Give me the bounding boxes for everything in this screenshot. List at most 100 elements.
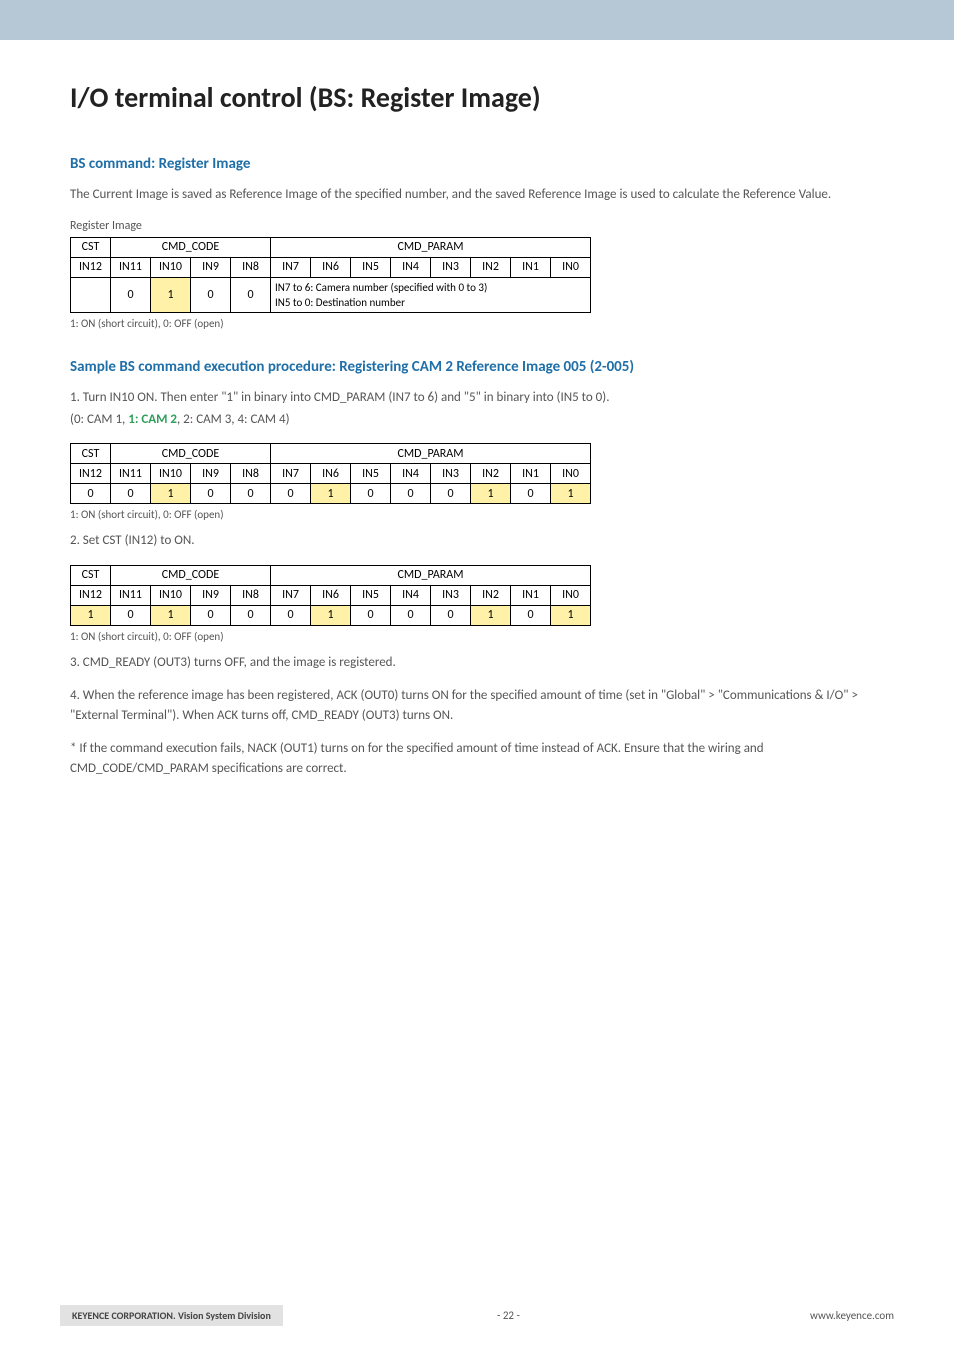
hdr-cmdparam: CMD_PARAM (271, 237, 591, 257)
hdr-in9: IN9 (191, 464, 231, 484)
hdr-in8: IN8 (231, 257, 271, 277)
step1-post: , 2: CAM 3, 4: CAM 4) (177, 412, 290, 427)
section-bs-command: BS command: Register Image The Current I… (70, 155, 884, 330)
hdr-in3: IN3 (431, 464, 471, 484)
cell-in11: 0 (111, 277, 151, 313)
hdr-cst: CST (71, 565, 111, 585)
step1-line1: 1. Turn IN10 ON. Then enter "1" in binar… (70, 388, 884, 408)
table-note: 1: ON (short circuit), 0: OFF (open) (70, 317, 884, 330)
hdr-cmdcode: CMD_CODE (111, 237, 271, 257)
section-heading-2: Sample BS command execution procedure: R… (70, 358, 884, 376)
hdr-in1: IN1 (511, 464, 551, 484)
hdr-in5: IN5 (351, 464, 391, 484)
cell-in10: 1 (151, 605, 191, 625)
page-footer: KEYENCE CORPORATION. Vision System Divis… (0, 1305, 954, 1326)
table-caption: Register Image (70, 219, 884, 233)
hdr-in4: IN4 (391, 464, 431, 484)
hdr-in0: IN0 (551, 585, 591, 605)
hdr-in6: IN6 (311, 257, 351, 277)
hdr-in8: IN8 (231, 464, 271, 484)
hdr-cst: CST (71, 444, 111, 464)
cell-in12: 1 (71, 605, 111, 625)
cell-in10: 1 (151, 277, 191, 313)
hdr-in0: IN0 (551, 257, 591, 277)
page-content: I/O terminal control (BS: Register Image… (0, 40, 954, 778)
param-desc-line2: IN5 to 0: Destination number (275, 296, 405, 309)
hdr-in12: IN12 (71, 464, 111, 484)
hdr-in11: IN11 (111, 257, 151, 277)
step1-table: CSTCMD_CODECMD_PARAMIN12IN11IN10IN9IN8IN… (70, 443, 591, 504)
cell-in0: 1 (551, 484, 591, 504)
hdr-in7: IN7 (271, 257, 311, 277)
cell-in3: 0 (431, 484, 471, 504)
hdr-in2: IN2 (471, 585, 511, 605)
hdr-in6: IN6 (311, 464, 351, 484)
cell-in4: 0 (391, 605, 431, 625)
cell-in1: 0 (511, 605, 551, 625)
cell-in2: 1 (471, 484, 511, 504)
page-title: I/O terminal control (BS: Register Image… (70, 80, 884, 115)
table2-note: 1: ON (short circuit), 0: OFF (open) (70, 508, 884, 521)
step3-text: 3. CMD_READY (OUT3) turns OFF, and the i… (70, 653, 884, 673)
cell-in11: 0 (111, 484, 151, 504)
footer-company: KEYENCE CORPORATION. Vision System Divis… (60, 1305, 283, 1326)
hdr-cmdparam: CMD_PARAM (271, 444, 591, 464)
hdr-in3: IN3 (431, 585, 471, 605)
hdr-in4: IN4 (391, 585, 431, 605)
hdr-in2: IN2 (471, 464, 511, 484)
hdr-in0: IN0 (551, 464, 591, 484)
cell-in0: 1 (551, 605, 591, 625)
cell-in10: 1 (151, 484, 191, 504)
step1-pre: (0: CAM 1, (70, 412, 128, 427)
hdr-in3: IN3 (431, 257, 471, 277)
step2-table: CSTCMD_CODECMD_PARAMIN12IN11IN10IN9IN8IN… (70, 565, 591, 626)
hdr-in2: IN2 (471, 257, 511, 277)
step2-text: 2. Set CST (IN12) to ON. (70, 531, 884, 551)
cell-in1: 0 (511, 484, 551, 504)
hdr-cmdcode: CMD_CODE (111, 444, 271, 464)
hdr-in9: IN9 (191, 257, 231, 277)
cell-in8: 0 (231, 277, 271, 313)
step4-text: 4. When the reference image has been reg… (70, 686, 884, 725)
cell-in12: 0 (71, 484, 111, 504)
hdr-in4: IN4 (391, 257, 431, 277)
cell-in6: 1 (311, 605, 351, 625)
hdr-in1: IN1 (511, 585, 551, 605)
hdr-cst: CST (71, 237, 111, 257)
hdr-in7: IN7 (271, 464, 311, 484)
section-description: The Current Image is saved as Reference … (70, 185, 884, 205)
cell-in7: 0 (271, 484, 311, 504)
fail-note: * If the command execution fails, NACK (… (70, 739, 884, 778)
step1-hl: 1: CAM 2 (128, 412, 177, 427)
hdr-in11: IN11 (111, 585, 151, 605)
register-image-table: CST CMD_CODE CMD_PARAM IN12 IN11 IN10 IN… (70, 237, 591, 314)
header-bar (0, 0, 954, 40)
cell-in9: 0 (191, 484, 231, 504)
section-sample-procedure: Sample BS command execution procedure: R… (70, 358, 884, 778)
step1-line2: (0: CAM 1, 1: CAM 2, 2: CAM 3, 4: CAM 4) (70, 410, 884, 430)
footer-page-number: - 22 - (283, 1309, 734, 1322)
cell-param-desc: IN7 to 6: Camera number (specified with … (271, 277, 591, 313)
cell-in6: 1 (311, 484, 351, 504)
cell-in9: 0 (191, 277, 231, 313)
param-desc-line1: IN7 to 6: Camera number (specified with … (275, 281, 487, 294)
cell-in8: 0 (231, 605, 271, 625)
hdr-in5: IN5 (351, 585, 391, 605)
hdr-in8: IN8 (231, 585, 271, 605)
cell-in9: 0 (191, 605, 231, 625)
hdr-in10: IN10 (151, 464, 191, 484)
hdr-cmdcode: CMD_CODE (111, 565, 271, 585)
hdr-in9: IN9 (191, 585, 231, 605)
footer-url: www.keyence.com (734, 1309, 894, 1322)
hdr-in12: IN12 (71, 585, 111, 605)
table3-note: 1: ON (short circuit), 0: OFF (open) (70, 630, 884, 643)
hdr-in11: IN11 (111, 464, 151, 484)
cell-in5: 0 (351, 605, 391, 625)
hdr-in1: IN1 (511, 257, 551, 277)
hdr-in5: IN5 (351, 257, 391, 277)
cell-in4: 0 (391, 484, 431, 504)
cell-in11: 0 (111, 605, 151, 625)
hdr-in10: IN10 (151, 585, 191, 605)
cell-in12 (71, 277, 111, 313)
cell-in8: 0 (231, 484, 271, 504)
